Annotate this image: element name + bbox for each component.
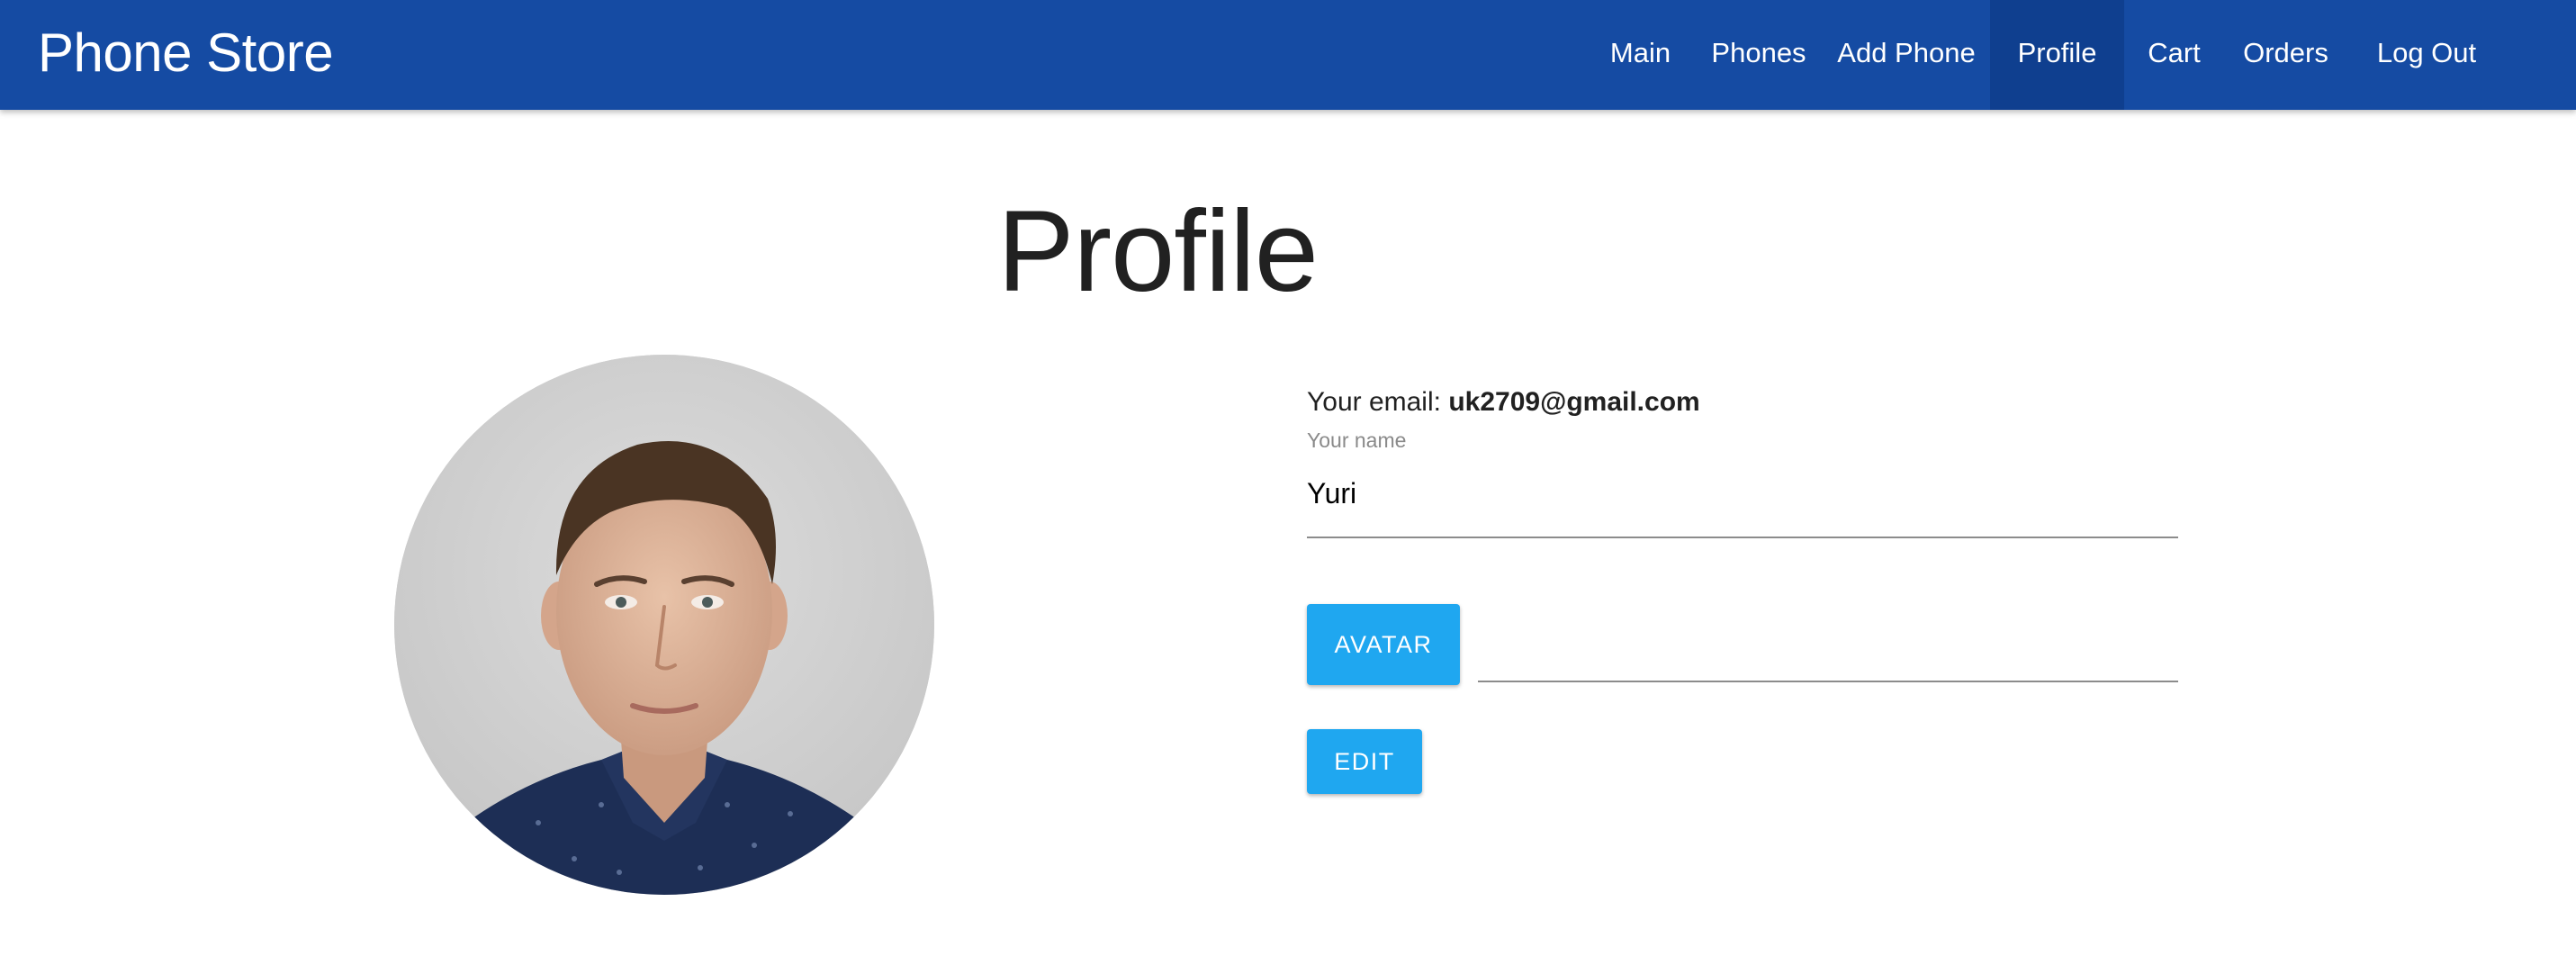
nav-item-profile[interactable]: Profile: [1990, 0, 2124, 110]
nav-item-cart[interactable]: Cart: [2124, 0, 2224, 110]
top-navbar: Phone Store Main Phones Add Phone Profil…: [0, 0, 2576, 110]
nav-item-add-phone[interactable]: Add Phone: [1823, 0, 1990, 110]
avatar-file-field[interactable]: [1478, 681, 2178, 682]
email-line: Your email: uk2709@gmail.com: [1307, 378, 2178, 427]
nav-menu: Main Phones Add Phone Profile Cart Order…: [1586, 0, 2576, 110]
brand-title[interactable]: Phone Store: [38, 0, 334, 106]
edit-button[interactable]: Edit: [1307, 729, 1422, 794]
profile-form: Your email: uk2709@gmail.com Your name Y…: [1307, 378, 2178, 538]
page-title-text: Profile: [997, 187, 1319, 316]
name-input[interactable]: Yuri: [1307, 463, 2178, 538]
nav-item-log-out[interactable]: Log Out: [2347, 0, 2506, 110]
avatar-button[interactable]: Avatar: [1307, 604, 1460, 685]
email-label: Your email:: [1307, 387, 1441, 417]
avatar-photo: [394, 355, 934, 895]
email-value: uk2709@gmail.com: [1448, 387, 1700, 417]
nav-item-main[interactable]: Main: [1586, 0, 1695, 110]
nav-item-phones[interactable]: Phones: [1695, 0, 1823, 110]
nav-item-orders[interactable]: Orders: [2224, 0, 2347, 110]
page-title: Profile: [0, 180, 2576, 324]
name-field-label: Your name: [1307, 428, 1407, 452]
avatar: [394, 355, 934, 895]
